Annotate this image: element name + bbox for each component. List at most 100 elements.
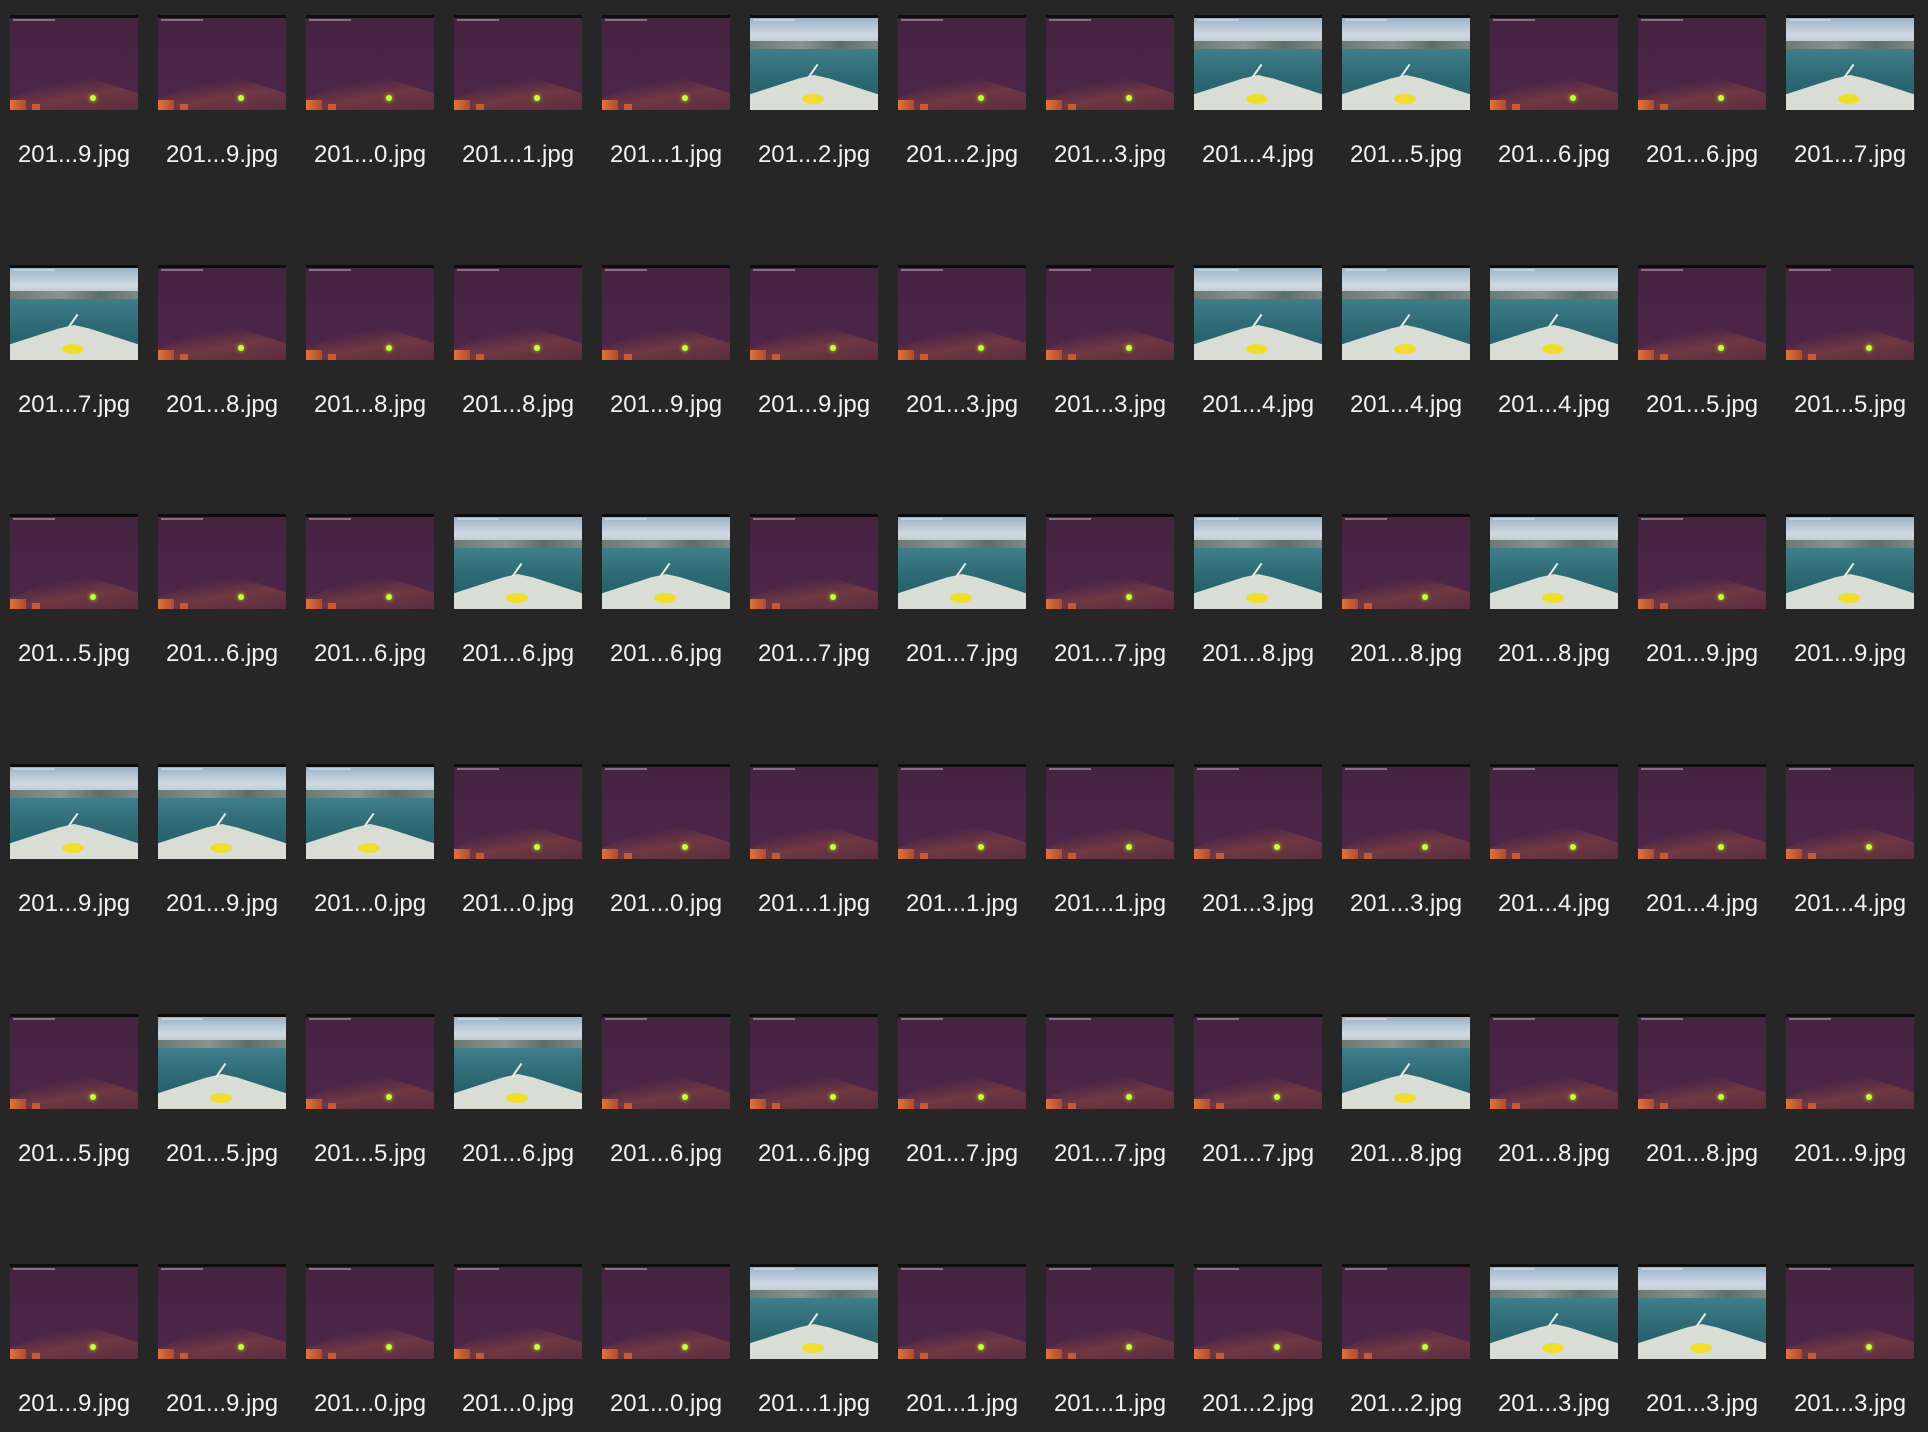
file-item[interactable]: 201...1.jpg [888, 764, 1036, 924]
file-thumbnail[interactable] [1194, 15, 1322, 110]
file-thumbnail[interactable] [1490, 1264, 1618, 1359]
file-thumbnail[interactable] [1786, 1264, 1914, 1359]
file-item[interactable]: 201...9.jpg [1628, 514, 1776, 674]
file-name[interactable]: 201...7.jpg [1036, 640, 1184, 668]
file-thumbnail[interactable] [1786, 15, 1914, 110]
file-item[interactable]: 201...7.jpg [0, 265, 148, 425]
file-name[interactable]: 201...1.jpg [444, 141, 592, 169]
file-item[interactable]: 201...0.jpg [296, 764, 444, 924]
file-item[interactable]: 201...2.jpg [740, 15, 888, 175]
file-thumbnail[interactable] [750, 265, 878, 360]
file-item[interactable]: 201...3.jpg [888, 265, 1036, 425]
file-item[interactable]: 201...1.jpg [888, 1264, 1036, 1424]
file-name[interactable]: 201...8.jpg [444, 391, 592, 419]
file-name[interactable]: 201...5.jpg [0, 640, 148, 668]
file-thumbnail[interactable] [750, 15, 878, 110]
file-thumbnail[interactable] [306, 265, 434, 360]
file-thumbnail[interactable] [602, 265, 730, 360]
file-item[interactable]: 201...1.jpg [444, 15, 592, 175]
file-thumbnail[interactable] [10, 514, 138, 609]
file-name[interactable]: 201...5.jpg [1628, 391, 1776, 419]
file-name[interactable]: 201...1.jpg [888, 1390, 1036, 1418]
file-thumbnail[interactable] [454, 514, 582, 609]
file-thumbnail[interactable] [1046, 1264, 1174, 1359]
file-name[interactable]: 201...6.jpg [592, 1140, 740, 1168]
file-item[interactable]: 201...9.jpg [148, 764, 296, 924]
file-thumbnail[interactable] [898, 764, 1026, 859]
file-item[interactable]: 201...1.jpg [740, 764, 888, 924]
file-name[interactable]: 201...8.jpg [1628, 1140, 1776, 1168]
file-item[interactable]: 201...0.jpg [592, 1264, 740, 1424]
file-item[interactable]: 201...5.jpg [1332, 15, 1480, 175]
file-item[interactable]: 201...1.jpg [1036, 764, 1184, 924]
file-item[interactable]: 201...8.jpg [444, 265, 592, 425]
file-thumbnail[interactable] [750, 764, 878, 859]
file-thumbnail[interactable] [898, 514, 1026, 609]
file-thumbnail[interactable] [898, 265, 1026, 360]
file-thumbnail[interactable] [602, 514, 730, 609]
file-thumbnail[interactable] [1046, 15, 1174, 110]
file-name[interactable]: 201...6.jpg [148, 640, 296, 668]
file-thumbnail[interactable] [750, 1014, 878, 1109]
file-item[interactable]: 201...7.jpg [888, 1014, 1036, 1174]
file-thumbnail[interactable] [306, 1014, 434, 1109]
file-name[interactable]: 201...7.jpg [740, 640, 888, 668]
file-item[interactable]: 201...5.jpg [0, 514, 148, 674]
file-name[interactable]: 201...4.jpg [1480, 890, 1628, 918]
file-name[interactable]: 201...8.jpg [296, 391, 444, 419]
file-name[interactable]: 201...1.jpg [740, 890, 888, 918]
file-item[interactable]: 201...8.jpg [1332, 1014, 1480, 1174]
file-thumbnail[interactable] [1490, 764, 1618, 859]
file-item[interactable]: 201...5.jpg [1776, 265, 1924, 425]
file-item[interactable]: 201...7.jpg [1036, 1014, 1184, 1174]
file-item[interactable]: 201...4.jpg [1776, 764, 1924, 924]
file-thumbnail[interactable] [10, 265, 138, 360]
file-thumbnail[interactable] [1046, 265, 1174, 360]
file-name[interactable]: 201...9.jpg [148, 141, 296, 169]
file-item[interactable]: 201...8.jpg [1332, 514, 1480, 674]
file-thumbnail[interactable] [898, 1014, 1026, 1109]
file-name[interactable]: 201...5.jpg [148, 1140, 296, 1168]
file-item[interactable]: 201...6.jpg [740, 1014, 888, 1174]
file-thumbnail[interactable] [1046, 514, 1174, 609]
file-thumbnail[interactable] [602, 1014, 730, 1109]
file-item[interactable]: 201...6.jpg [444, 1014, 592, 1174]
file-item[interactable]: 201...3.jpg [1036, 265, 1184, 425]
file-name[interactable]: 201...9.jpg [1776, 1140, 1924, 1168]
file-thumbnail[interactable] [1194, 514, 1322, 609]
file-item[interactable]: 201...9.jpg [0, 15, 148, 175]
file-name[interactable]: 201...3.jpg [1776, 1390, 1924, 1418]
file-item[interactable]: 201...8.jpg [1480, 1014, 1628, 1174]
file-name[interactable]: 201...3.jpg [1036, 141, 1184, 169]
file-item[interactable]: 201...4.jpg [1480, 764, 1628, 924]
file-item[interactable]: 201...9.jpg [0, 1264, 148, 1424]
file-item[interactable]: 201...7.jpg [1036, 514, 1184, 674]
file-name[interactable]: 201...8.jpg [148, 391, 296, 419]
file-thumbnail[interactable] [454, 1014, 582, 1109]
file-name[interactable]: 201...0.jpg [296, 890, 444, 918]
file-name[interactable]: 201...9.jpg [0, 890, 148, 918]
file-name[interactable]: 201...4.jpg [1184, 391, 1332, 419]
file-name[interactable]: 201...2.jpg [1184, 1390, 1332, 1418]
file-name[interactable]: 201...1.jpg [1036, 890, 1184, 918]
file-name[interactable]: 201...1.jpg [1036, 1390, 1184, 1418]
file-name[interactable]: 201...9.jpg [148, 1390, 296, 1418]
file-item[interactable]: 201...9.jpg [148, 15, 296, 175]
file-name[interactable]: 201...2.jpg [888, 141, 1036, 169]
file-item[interactable]: 201...8.jpg [1628, 1014, 1776, 1174]
file-name[interactable]: 201...0.jpg [444, 1390, 592, 1418]
file-thumbnail[interactable] [10, 1264, 138, 1359]
file-thumbnail[interactable] [1490, 514, 1618, 609]
file-item[interactable]: 201...1.jpg [592, 15, 740, 175]
file-thumbnail[interactable] [1342, 1014, 1470, 1109]
file-item[interactable]: 201...0.jpg [296, 15, 444, 175]
file-name[interactable]: 201...6.jpg [740, 1140, 888, 1168]
file-item[interactable]: 201...9.jpg [148, 1264, 296, 1424]
file-item[interactable]: 201...5.jpg [296, 1014, 444, 1174]
file-name[interactable]: 201...6.jpg [296, 640, 444, 668]
file-item[interactable]: 201...3.jpg [1036, 15, 1184, 175]
file-item[interactable]: 201...7.jpg [888, 514, 1036, 674]
file-thumbnail[interactable] [1490, 1014, 1618, 1109]
file-name[interactable]: 201...8.jpg [1480, 640, 1628, 668]
file-thumbnail[interactable] [602, 764, 730, 859]
